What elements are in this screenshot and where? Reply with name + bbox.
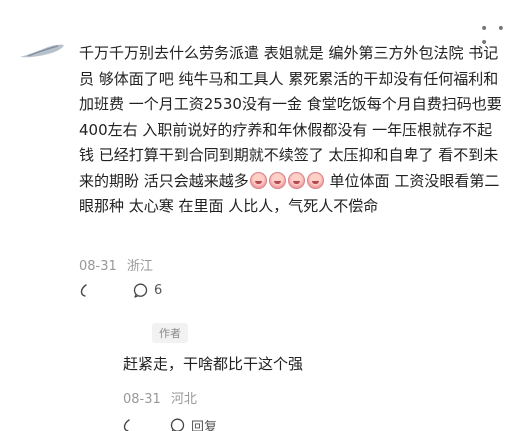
reply-meta: 08-31 河北	[123, 388, 197, 407]
crying-face-icon	[287, 171, 305, 189]
avatar[interactable]	[18, 42, 66, 60]
reply-location: 河北	[170, 392, 197, 407]
comment-date: 08-31	[79, 259, 117, 274]
comment-bubble-icon	[170, 418, 185, 431]
crying-face-icon	[268, 171, 286, 189]
reply-button[interactable]: 回复	[170, 416, 217, 431]
comment-text-part1: 千万千万别去什么劳务派遣 表姐就是 编外第三方外包法院 书记员 够体面了吧 纯牛…	[79, 44, 502, 190]
reply-count: 6	[154, 283, 163, 298]
crying-face-icon	[249, 171, 267, 189]
crying-face-icon	[306, 171, 324, 189]
comment-text: 千万千万别去什么劳务派遣 表姐就是 编外第三方外包法院 书记员 够体面了吧 纯牛…	[79, 41, 504, 220]
comment-bubble-icon	[133, 283, 148, 298]
comment-actions: 6	[78, 283, 162, 298]
comment-location: 浙江	[126, 259, 153, 274]
reply-actions: 回复	[121, 416, 217, 431]
comment-meta: 08-31 浙江	[79, 255, 153, 274]
reply-date: 08-31	[123, 392, 161, 407]
like-icon[interactable]	[121, 418, 136, 431]
comment-thread: • • • 千万千万别去什么劳务派遣 表姐就是 编外第三方外包法院 书记员 够体…	[0, 0, 515, 431]
like-icon[interactable]	[78, 283, 93, 298]
reply-count-button[interactable]: 6	[133, 283, 162, 298]
reply-label: 回复	[191, 420, 218, 431]
reply-text: 赶紧走，干啥都比干这个强	[123, 355, 304, 373]
author-badge: 作者	[152, 323, 188, 343]
